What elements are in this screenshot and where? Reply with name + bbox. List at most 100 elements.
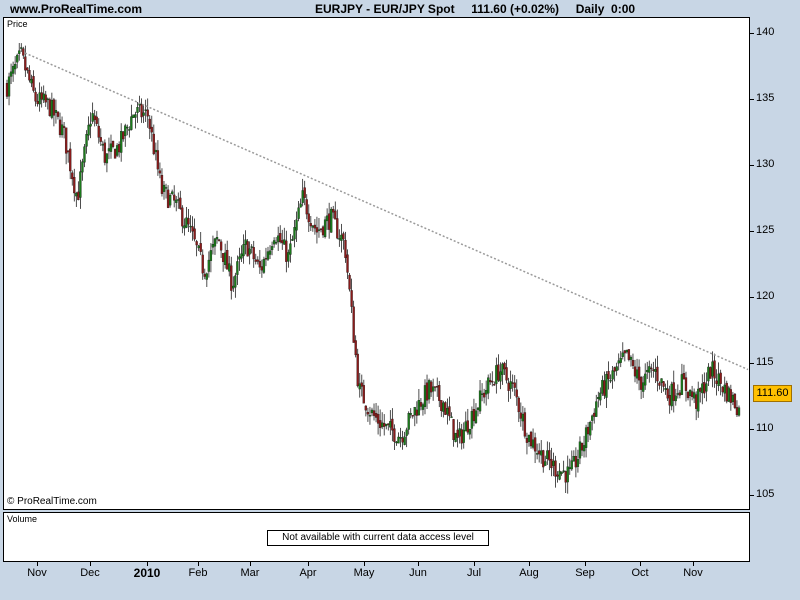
candle-body	[385, 423, 388, 426]
candle-body	[193, 228, 196, 240]
candle-body	[36, 100, 39, 104]
candle-body	[733, 393, 737, 408]
candle-body	[128, 129, 131, 131]
candle-body	[173, 194, 176, 201]
candle-body	[478, 390, 482, 412]
candle-body	[97, 125, 100, 138]
candle-body	[548, 450, 551, 461]
candle-body	[124, 125, 127, 137]
candle-body	[113, 149, 117, 159]
candle-body	[81, 161, 84, 173]
candle-body	[248, 248, 251, 255]
candle-body	[20, 47, 23, 49]
candle-body	[60, 124, 64, 136]
candle-body	[527, 434, 531, 442]
candle-body	[38, 92, 41, 105]
candle-body	[621, 352, 624, 357]
candle-body	[336, 218, 339, 239]
candle-body	[95, 116, 98, 124]
candle-body	[262, 259, 266, 273]
candle-body	[525, 438, 529, 443]
candle-body	[93, 115, 96, 120]
candle-body	[107, 148, 111, 152]
candle-body	[538, 450, 541, 455]
candle-body	[644, 373, 647, 386]
candle-body	[564, 471, 567, 483]
candle-body	[676, 393, 679, 395]
candle-body	[162, 184, 166, 192]
candle-body	[99, 137, 102, 142]
candle-body	[491, 381, 494, 383]
candle-body	[325, 215, 329, 222]
candle-body	[197, 245, 200, 249]
candle-body	[234, 275, 237, 288]
candle-body	[207, 259, 211, 272]
candle-body	[195, 241, 198, 246]
candle-body	[480, 393, 484, 395]
candle-body	[364, 405, 368, 411]
x-tick-mark	[308, 562, 309, 566]
candle-body	[560, 471, 563, 474]
candle-body	[629, 356, 633, 360]
candle-body	[701, 383, 704, 394]
candle-body	[454, 432, 457, 442]
candle-body	[487, 377, 490, 394]
x-tick-label: May	[353, 567, 375, 579]
y-tick-mark	[750, 231, 754, 233]
candle-body	[250, 246, 253, 248]
candle-body	[452, 419, 455, 441]
candle-body	[699, 388, 702, 392]
candle-body	[315, 227, 319, 233]
candle-body	[289, 243, 292, 255]
candle-body	[542, 450, 545, 468]
candle-body	[14, 64, 17, 70]
candle-body	[627, 349, 631, 360]
candle-body	[423, 385, 427, 407]
candle-body	[411, 415, 414, 417]
candle-body	[254, 259, 257, 262]
candle-body	[309, 223, 312, 227]
candle-body	[584, 427, 588, 448]
candle-body	[611, 370, 614, 380]
candle-body	[42, 93, 45, 101]
candle-body	[582, 445, 586, 452]
candle-body	[34, 91, 37, 102]
candle-body	[177, 199, 180, 201]
candle-body	[482, 392, 486, 398]
candle-body	[134, 114, 137, 118]
candle-body	[132, 114, 135, 118]
candle-body	[613, 367, 616, 372]
candle-body	[546, 450, 549, 460]
candle-body	[405, 429, 408, 436]
candle-body	[495, 365, 498, 384]
candle-body	[680, 374, 684, 395]
y-tick-label: 105	[756, 487, 775, 500]
x-tick-mark	[474, 562, 475, 566]
candle-body	[221, 253, 225, 263]
candle-body	[591, 415, 594, 421]
candle-body	[544, 461, 547, 466]
candle-body	[436, 386, 439, 388]
last-price-tag: 111.60	[753, 385, 792, 402]
candle-body	[383, 423, 386, 427]
candle-body	[268, 250, 272, 255]
candle-body	[635, 369, 639, 379]
candle-body	[650, 367, 653, 370]
candle-body	[721, 386, 724, 393]
candle-body	[603, 380, 606, 396]
candle-body	[232, 285, 235, 289]
candle-body	[317, 229, 321, 231]
candle-body	[152, 133, 155, 155]
candle-body	[576, 459, 580, 467]
candle-body	[30, 78, 33, 84]
candle-body	[146, 109, 149, 117]
x-tick-mark	[37, 562, 38, 566]
candle-body	[238, 256, 241, 260]
candle-body	[515, 389, 518, 398]
trendline[interactable]	[24, 52, 749, 371]
candle-body	[448, 406, 451, 417]
candle-body	[171, 191, 174, 194]
candle-body	[87, 124, 90, 136]
candle-body	[446, 407, 449, 415]
candle-body	[597, 397, 600, 400]
